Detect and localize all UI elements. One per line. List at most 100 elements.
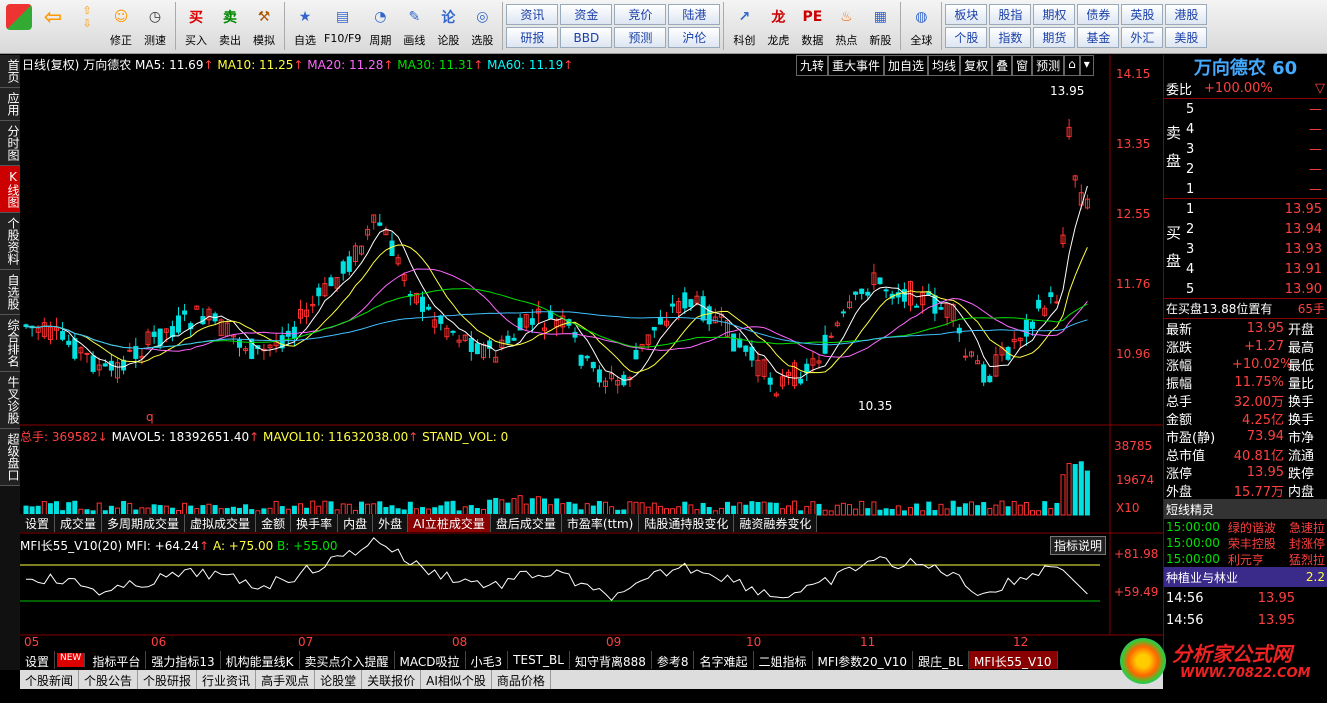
forum-button[interactable]: 论论股 xyxy=(431,2,465,52)
chart-canvas[interactable] xyxy=(20,55,1163,655)
simulate-button[interactable]: ⚒ 模拟 xyxy=(247,2,281,52)
chevron-down-icon[interactable]: ▽ xyxy=(1315,81,1325,96)
adjust-button[interactable]: 复权 xyxy=(960,55,993,76)
book-row[interactable]: 3— xyxy=(1184,139,1324,159)
draw-button[interactable]: ✎ 画线 xyxy=(397,2,431,52)
home-button[interactable] xyxy=(2,2,36,52)
tab-related[interactable]: 关联报价 xyxy=(362,670,422,689)
tab-indicator[interactable]: 参考8 xyxy=(652,651,695,669)
book-row[interactable]: 4 13.91 xyxy=(1184,259,1324,279)
book-row[interactable]: 2— xyxy=(1184,159,1324,179)
star-market-button[interactable]: ↗ 科创 xyxy=(727,2,761,52)
window-button[interactable]: 窗 xyxy=(1012,55,1033,76)
tab-turnover[interactable]: 换手率 xyxy=(291,514,339,532)
tab-experts[interactable]: 高手观点 xyxy=(256,670,316,689)
quick-link[interactable]: 竞价 xyxy=(614,4,667,25)
forecast-button[interactable]: 预测 xyxy=(1032,55,1065,76)
quick-link[interactable]: 资金 xyxy=(560,4,613,25)
book-row[interactable]: 2 13.94 xyxy=(1184,219,1324,239)
tab-indicator[interactable]: 名字难起 xyxy=(694,651,754,669)
tab-indicator[interactable]: 机构能量线K xyxy=(221,651,300,669)
data-button[interactable]: PE 数据 xyxy=(795,2,829,52)
tab-multi-volume[interactable]: 多周期成交量 xyxy=(102,514,186,532)
tab-pe[interactable]: 市盈率(ttm) xyxy=(562,514,640,532)
quick-link[interactable]: 港股 xyxy=(1165,4,1208,25)
quick-link[interactable]: 个股 xyxy=(945,27,988,48)
tab-virtual-volume[interactable]: 虚拟成交量 xyxy=(185,514,257,532)
tab-ranking[interactable]: 综合排名 xyxy=(0,315,20,372)
tab-stock-info[interactable]: 个股资料 xyxy=(0,213,20,270)
tab-intraday[interactable]: 分时图 xyxy=(0,121,20,166)
ipo-button[interactable]: ▦ 新股 xyxy=(863,2,897,52)
quick-link[interactable]: 指数 xyxy=(989,27,1032,48)
quick-link[interactable]: 期货 xyxy=(1033,27,1076,48)
screener-button[interactable]: ◎ 选股 xyxy=(465,2,499,52)
tab-settings[interactable]: 设置 xyxy=(20,514,56,532)
tab-research[interactable]: 个股研报 xyxy=(138,670,198,689)
tab-ai-volume[interactable]: AI立桩成交量 xyxy=(408,514,491,532)
jiuzhuan-button[interactable]: 九转 xyxy=(796,55,829,76)
quick-link[interactable]: 英股 xyxy=(1121,4,1164,25)
tab-commodity[interactable]: 商品价格 xyxy=(492,670,551,689)
quick-link[interactable]: 资讯 xyxy=(506,4,559,25)
quick-link[interactable]: 研报 xyxy=(506,27,559,48)
quick-link[interactable]: 预测 xyxy=(614,27,667,48)
lock-icon[interactable]: ⌂ xyxy=(1064,55,1080,76)
book-row[interactable]: 5 13.90 xyxy=(1184,279,1324,299)
tab-super-quote[interactable]: 超级盘口 xyxy=(0,429,20,486)
tab-forum[interactable]: 论股堂 xyxy=(315,670,363,689)
tab-indicator[interactable]: 卖买点介入提醒 xyxy=(300,651,395,669)
tab-home[interactable]: 首页 xyxy=(0,55,20,88)
quick-link[interactable]: 美股 xyxy=(1165,27,1208,48)
updown-buttons[interactable]: ⇧ ⇩ xyxy=(70,2,104,52)
event-row[interactable]: 15:00:00 绿的谐波 急速拉 xyxy=(1164,519,1327,535)
quick-link[interactable]: 板块 xyxy=(945,4,988,25)
event-row[interactable]: 15:00:00 利元亨 猛烈拉 xyxy=(1164,551,1327,567)
sector-row[interactable]: 种植业与林业 2.2 xyxy=(1164,567,1327,587)
tab-indicator[interactable]: 知守背离888 xyxy=(570,651,652,669)
tab-indicator-platform[interactable]: 指标平台 xyxy=(87,651,147,669)
tab-indicator[interactable]: MFI参数20_V10 xyxy=(813,651,914,669)
kline-chart-area[interactable]: 日线(复权) 万向德农 MA5: 11.69↑ MA10: 11.25↑ MA2… xyxy=(20,55,1163,655)
tab-indicator[interactable]: 强力指标13 xyxy=(146,651,221,669)
indicator-explain-button[interactable]: 指标说明 xyxy=(1050,536,1107,555)
book-row[interactable]: 1— xyxy=(1184,179,1324,199)
book-row[interactable]: 5— xyxy=(1184,99,1324,119)
quick-link[interactable]: 沪伦 xyxy=(668,27,721,48)
hot-button[interactable]: ♨ 热点 xyxy=(829,2,863,52)
tab-indicator[interactable]: TEST_BL xyxy=(508,651,570,669)
tab-news[interactable]: 个股新闻 xyxy=(20,670,80,689)
add-watchlist-button[interactable]: 加自选 xyxy=(884,55,929,76)
book-row[interactable]: 1 13.95 xyxy=(1184,199,1324,219)
dragon-tiger-button[interactable]: 龙龙虎 xyxy=(761,2,795,52)
tab-inner[interactable]: 内盘 xyxy=(338,514,374,532)
quick-link[interactable]: 外汇 xyxy=(1121,27,1164,48)
tab-margin[interactable]: 融资融券变化 xyxy=(734,514,818,532)
period-button[interactable]: ◔ 周期 xyxy=(363,2,397,52)
tab-diagnosis[interactable]: 牛叉诊股 xyxy=(0,372,20,429)
event-row[interactable]: 15:00:00 荣丰控股 封涨停 xyxy=(1164,535,1327,551)
tab-hk-connect[interactable]: 陆股通持股变化 xyxy=(639,514,735,532)
tab-watchlist[interactable]: 自选股 xyxy=(0,270,20,315)
tab-indicator[interactable]: 小毛3 xyxy=(466,651,509,669)
tab-settings-bottom[interactable]: 设置 xyxy=(20,651,56,669)
menu-icon[interactable]: ▾ xyxy=(1079,55,1094,76)
quick-link[interactable]: BBD xyxy=(560,27,613,48)
book-row[interactable]: 3 13.93 xyxy=(1184,239,1324,259)
book-row[interactable]: 4— xyxy=(1184,119,1324,139)
tab-indicator[interactable]: 跟庄_BL xyxy=(913,651,969,669)
ma-button[interactable]: 均线 xyxy=(928,55,961,76)
modify-button[interactable]: ☺ 修正 xyxy=(104,2,138,52)
tab-announcement[interactable]: 个股公告 xyxy=(79,670,139,689)
watchlist-button[interactable]: ★ 自选 xyxy=(288,2,322,52)
f10-button[interactable]: ▤ F10/F9 xyxy=(322,2,363,52)
tab-indicator[interactable]: 二姐指标 xyxy=(754,651,813,669)
tab-apps[interactable]: 应用 xyxy=(0,88,20,121)
tab-amount[interactable]: 金额 xyxy=(256,514,292,532)
quick-link[interactable]: 债券 xyxy=(1077,4,1120,25)
tab-ai-similar[interactable]: AI相似个股 xyxy=(421,670,492,689)
tab-volume[interactable]: 成交量 xyxy=(55,514,103,532)
tab-indicator[interactable]: MACD吸拉 xyxy=(395,651,466,669)
tab-kline[interactable]: K线图 xyxy=(0,166,20,213)
buy-button[interactable]: 买买入 xyxy=(179,2,213,52)
